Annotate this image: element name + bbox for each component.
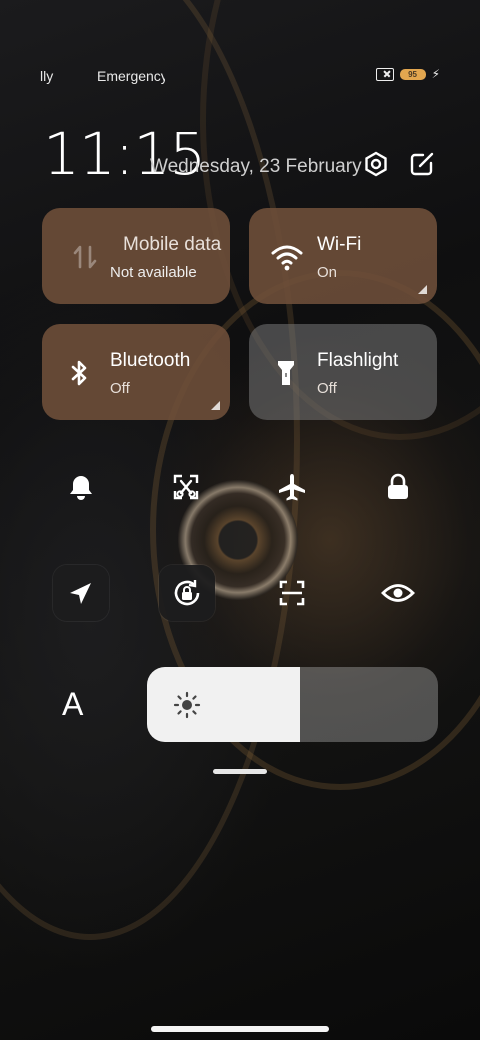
lock-icon[interactable]: [370, 459, 426, 515]
tile-title: Flashlight: [317, 350, 399, 371]
tile-title: Bluetooth: [110, 350, 191, 371]
rotation-lock-icon[interactable]: [159, 565, 215, 621]
tile-subtitle: Off: [317, 380, 337, 397]
screenshot-icon[interactable]: [158, 459, 214, 515]
flashlight-icon: [271, 358, 301, 388]
eye-icon[interactable]: [370, 565, 426, 621]
expand-corner-icon[interactable]: [418, 285, 427, 294]
expand-corner-icon[interactable]: [211, 401, 220, 410]
settings-icon[interactable]: [362, 150, 390, 178]
tile-title: Mobile data: [123, 234, 222, 255]
no-sim-icon: [375, 67, 394, 81]
battery-indicator: 95: [399, 68, 426, 80]
bell-icon[interactable]: [53, 459, 109, 515]
flashlight-tile[interactable]: Flashlight Off: [249, 324, 437, 420]
tile-subtitle: Not available: [110, 264, 197, 281]
bluetooth-tile[interactable]: Bluetooth Off: [42, 324, 230, 420]
location-icon[interactable]: [53, 565, 109, 621]
sun-icon: [173, 691, 201, 719]
charging-icon: ⚡: [431, 67, 440, 81]
scan-icon[interactable]: [264, 565, 320, 621]
mobile-data-tile[interactable]: Mobile data Not available: [42, 208, 230, 304]
airplane-icon[interactable]: [264, 459, 320, 515]
panel-handle[interactable]: [213, 769, 267, 774]
status-bar: lly Emergency 95 ⚡: [0, 62, 480, 90]
mobile-data-icon: [70, 242, 100, 272]
tile-subtitle: Off: [110, 380, 130, 397]
tile-title: Wi-Fi: [317, 234, 362, 255]
brightness-fill: [147, 667, 300, 742]
tile-subtitle: On: [317, 264, 338, 281]
wifi-icon: [271, 242, 303, 272]
carrier-label: lly: [40, 68, 54, 84]
date-label: Wednesday, 23 February: [150, 156, 362, 177]
bluetooth-icon: [64, 358, 94, 388]
brightness-slider[interactable]: [147, 667, 438, 742]
wifi-tile[interactable]: Wi-Fi On: [249, 208, 437, 304]
status-icons: 95 ⚡: [375, 67, 440, 81]
emergency-label: Emergency: [97, 68, 165, 84]
edit-icon[interactable]: [408, 150, 436, 178]
home-indicator[interactable]: [151, 1026, 329, 1032]
font-size-button[interactable]: A: [62, 686, 83, 723]
